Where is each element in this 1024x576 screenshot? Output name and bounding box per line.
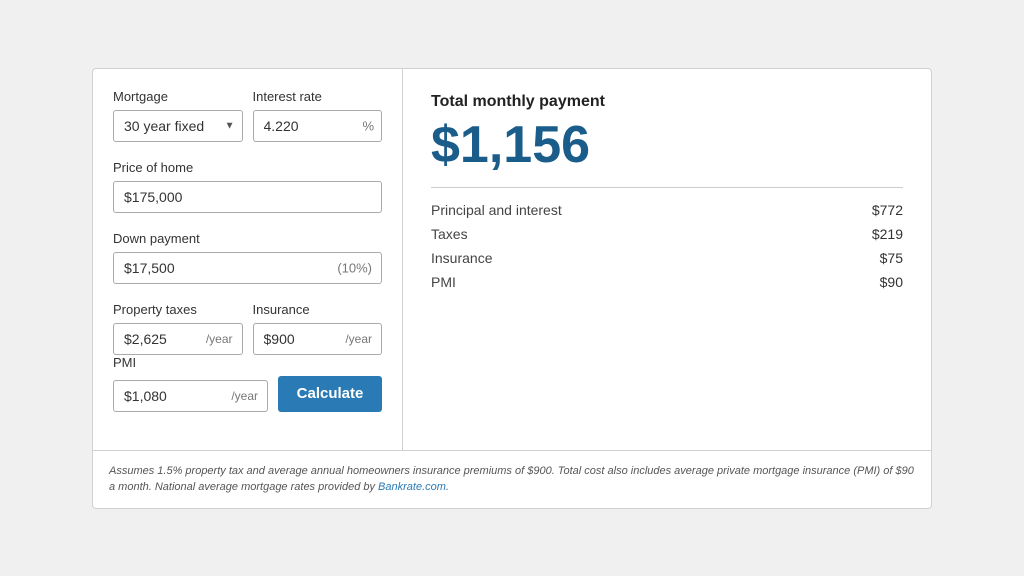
pmi-wrapper: /year	[113, 380, 268, 412]
down-label: Down payment	[113, 231, 382, 246]
breakdown-table: Principal and interest $772 Taxes $219 I…	[431, 202, 903, 290]
interest-label: Interest rate	[253, 89, 383, 104]
right-panel: Total monthly payment $1,156 Principal a…	[403, 69, 931, 450]
taxes-wrapper: /year	[113, 323, 243, 355]
breakdown-value-pmi: $90	[880, 274, 903, 290]
down-payment-wrapper: (10%)	[113, 252, 382, 284]
price-label: Price of home	[113, 160, 382, 175]
price-input[interactable]	[113, 181, 382, 213]
breakdown-value-principal: $772	[872, 202, 903, 218]
insurance-year: /year	[345, 332, 372, 346]
calculate-button[interactable]: Calculate	[278, 376, 382, 412]
interest-group: Interest rate %	[253, 89, 383, 142]
breakdown-label-principal: Principal and interest	[431, 202, 562, 218]
mortgage-group: Mortgage 30 year fixed 15 year fixed 5/1…	[113, 89, 243, 142]
pmi-label: PMI	[113, 355, 382, 370]
breakdown-label-taxes: Taxes	[431, 226, 468, 242]
divider	[431, 187, 903, 188]
insurance-wrapper: /year	[253, 323, 383, 355]
down-pct-label: (10%)	[337, 260, 372, 275]
mortgage-calculator: Mortgage 30 year fixed 15 year fixed 5/1…	[92, 68, 932, 509]
footer-note: Assumes 1.5% property tax and average an…	[92, 451, 932, 509]
mortgage-select-wrapper: 30 year fixed 15 year fixed 5/1 ARM FHA …	[113, 110, 243, 142]
insurance-group: Insurance /year	[253, 302, 383, 355]
footer-text-end: .	[446, 481, 449, 493]
mortgage-interest-row: Mortgage 30 year fixed 15 year fixed 5/1…	[113, 89, 382, 142]
left-panel: Mortgage 30 year fixed 15 year fixed 5/1…	[93, 69, 403, 450]
insurance-label: Insurance	[253, 302, 383, 317]
taxes-year: /year	[206, 332, 233, 346]
bankrate-link[interactable]: Bankrate.com	[378, 481, 446, 493]
interest-input-wrapper: %	[253, 110, 383, 142]
breakdown-value-taxes: $219	[872, 226, 903, 242]
taxes-insurance-row: Property taxes /year Insurance /year	[113, 302, 382, 355]
pmi-group: PMI /year Calculate	[113, 355, 382, 412]
taxes-label: Property taxes	[113, 302, 243, 317]
percent-sign: %	[362, 118, 374, 133]
mortgage-label: Mortgage	[113, 89, 243, 104]
breakdown-row-principal: Principal and interest $772	[431, 202, 903, 218]
total-amount: $1,156	[431, 119, 903, 171]
price-group: Price of home	[113, 160, 382, 213]
breakdown-label-pmi: PMI	[431, 274, 456, 290]
footer-text: Assumes 1.5% property tax and average an…	[109, 465, 914, 494]
pmi-calculate-row: /year Calculate	[113, 376, 382, 412]
breakdown-row-pmi: PMI $90	[431, 274, 903, 290]
breakdown-row-taxes: Taxes $219	[431, 226, 903, 242]
breakdown-label-insurance: Insurance	[431, 250, 492, 266]
taxes-group: Property taxes /year	[113, 302, 243, 355]
mortgage-select[interactable]: 30 year fixed 15 year fixed 5/1 ARM FHA …	[113, 110, 243, 142]
down-payment-group: Down payment (10%)	[113, 231, 382, 284]
main-card: Mortgage 30 year fixed 15 year fixed 5/1…	[92, 68, 932, 451]
breakdown-row-insurance: Insurance $75	[431, 250, 903, 266]
breakdown-value-insurance: $75	[880, 250, 903, 266]
pmi-input-group: /year	[113, 380, 268, 412]
total-label: Total monthly payment	[431, 93, 903, 111]
pmi-year: /year	[231, 389, 258, 403]
